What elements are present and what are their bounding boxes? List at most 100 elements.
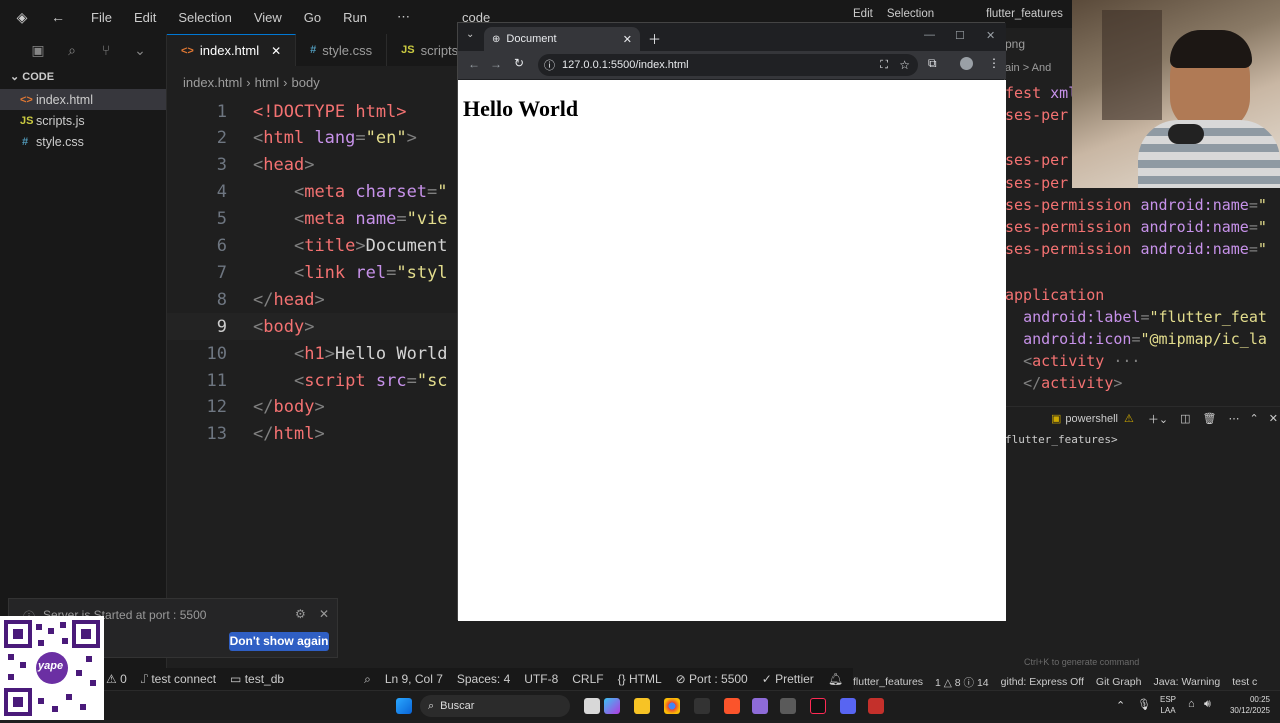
new-tab-icon[interactable]: ＋ xyxy=(648,29,661,48)
close-tab-icon[interactable]: ✕ xyxy=(271,44,281,58)
search-icon[interactable]: ⌕ xyxy=(64,42,80,58)
app-icon-2[interactable] xyxy=(780,698,796,714)
volume-icon[interactable]: 🔊︎ xyxy=(1204,698,1211,711)
db-status[interactable]: ▭ test_db xyxy=(230,672,284,686)
maximize-icon[interactable]: ⌃ xyxy=(1249,412,1258,425)
language-mode[interactable]: {} HTML xyxy=(618,672,662,686)
copilot-icon[interactable] xyxy=(604,698,620,714)
tray-chevron-icon[interactable]: ⌃ xyxy=(1116,699,1125,712)
indentation[interactable]: Spaces: 4 xyxy=(457,672,510,686)
menu-go[interactable]: Go xyxy=(304,10,321,25)
windows-start-icon[interactable] xyxy=(396,698,412,714)
right-code-line[interactable]: ses-permission android:name=" xyxy=(1005,238,1267,260)
bookmark-star-icon[interactable]: ☆ xyxy=(899,58,910,72)
close-panel-icon[interactable]: ✕ xyxy=(1269,412,1278,425)
close-icon[interactable]: ✕ xyxy=(319,607,329,621)
right-status-java[interactable]: Java: Warning xyxy=(1153,676,1220,688)
tab-search-icon[interactable]: ⌄ xyxy=(466,29,474,40)
close-window-icon[interactable]: ✕ xyxy=(986,29,995,42)
menu-view[interactable]: View xyxy=(254,10,282,25)
terminal-label[interactable]: powershell xyxy=(1065,413,1118,425)
breadcrumb-item[interactable]: body xyxy=(292,75,320,90)
browser-menu-icon[interactable]: ⋮ xyxy=(988,56,1000,70)
more-icon[interactable]: ⋯ xyxy=(1228,412,1239,425)
trash-icon[interactable]: 🗑︎ xyxy=(1203,412,1217,425)
close-tab-icon[interactable]: ✕ xyxy=(623,33,632,46)
file-item-scripts-js[interactable]: JS scripts.js xyxy=(0,110,166,131)
breadcrumb-item[interactable]: html xyxy=(255,75,280,90)
split-icon[interactable]: ◫ xyxy=(1180,412,1190,425)
discord-icon[interactable] xyxy=(840,698,856,714)
prettier-status[interactable]: ✓ Prettier xyxy=(762,672,814,686)
dont-show-again-button[interactable]: Don't show again xyxy=(229,632,329,651)
reload-icon[interactable]: ↻ xyxy=(514,56,524,70)
right-code-line[interactable]: ses-per xyxy=(1005,104,1068,126)
breadcrumb-item[interactable]: index.html xyxy=(183,75,242,90)
app-icon-3[interactable] xyxy=(868,698,884,714)
source-control-icon[interactable]: ⑂ xyxy=(98,42,114,58)
right-code-line[interactable]: ses-permission android:name=" xyxy=(1005,216,1267,238)
right-menu-edit[interactable]: Edit xyxy=(853,8,873,20)
right-code-line[interactable]: ses-permission android:name=" xyxy=(1005,194,1267,216)
forward-icon[interactable]: → xyxy=(490,57,502,71)
add-terminal-icon[interactable]: ＋⌄ xyxy=(1148,411,1168,427)
task-view-icon[interactable] xyxy=(584,698,600,714)
gear-icon[interactable]: ⚙ xyxy=(295,607,306,621)
problems-count[interactable]: ⚠ 0 xyxy=(106,672,127,686)
right-status-folder[interactable]: flutter_features xyxy=(853,676,923,688)
file-item-style-css[interactable]: # style.css xyxy=(0,131,166,152)
menu-selection[interactable]: Selection xyxy=(178,10,231,25)
right-menu-selection[interactable]: Selection xyxy=(887,8,934,20)
right-tab-fragment[interactable]: png xyxy=(1005,37,1025,51)
back-arrow-icon[interactable]: ← xyxy=(50,9,66,25)
right-code-line[interactable]: android:icon="@mipmap/ic_la xyxy=(1005,328,1267,350)
right-code-line[interactable]: ses-per xyxy=(1005,172,1068,194)
right-code-line[interactable]: application xyxy=(1005,284,1104,306)
right-status-githd[interactable]: githd: Express Off xyxy=(1001,676,1084,688)
back-icon[interactable]: ← xyxy=(468,57,480,71)
tab-style-css[interactable]: # style.css xyxy=(296,34,388,66)
live-server-port[interactable]: ⊘ Port : 5500 xyxy=(676,672,748,686)
brave-icon[interactable] xyxy=(724,698,740,714)
more-menu-icon[interactable]: ⋯ xyxy=(397,9,410,25)
menu-run[interactable]: Run xyxy=(343,10,367,25)
terminal-app-icon[interactable] xyxy=(694,698,710,714)
right-status-problems[interactable]: 1 △ 8 ⓘ 14 xyxy=(935,675,989,690)
encoding[interactable]: UTF-8 xyxy=(524,672,558,686)
menu-file[interactable]: File xyxy=(91,10,112,25)
right-code-line[interactable]: android:label="flutter_feat xyxy=(1005,306,1267,328)
clock[interactable]: 00:25 30/12/2025 xyxy=(1226,694,1270,716)
chevron-down-icon[interactable]: ⌄ xyxy=(132,42,148,58)
right-code-line[interactable]: </activity> xyxy=(1005,372,1122,394)
right-status-gitgraph[interactable]: Git Graph xyxy=(1096,676,1142,688)
address-bar[interactable]: ⓘ 127.0.0.1:5500/index.html ⛶ ☆ xyxy=(538,54,918,76)
right-code-line[interactable]: <activity ··· xyxy=(1005,350,1140,372)
right-code-line[interactable]: fest xml xyxy=(1005,82,1077,104)
minimize-icon[interactable]: — xyxy=(924,29,935,41)
right-status-test[interactable]: test c xyxy=(1232,676,1257,688)
tab-index-html[interactable]: <> index.html ✕ xyxy=(167,34,297,66)
notifications-bell-icon[interactable]: 🔔︎ xyxy=(828,672,843,686)
right-code-line[interactable]: ses-per xyxy=(1005,149,1068,171)
app-icon[interactable] xyxy=(752,698,768,714)
site-info-icon[interactable]: ⓘ xyxy=(544,57,555,73)
microphone-icon[interactable]: 🎙︎ xyxy=(1137,698,1151,711)
language-indicator[interactable]: ESP LAA xyxy=(1160,694,1176,716)
cursor-position[interactable]: Ln 9, Col 7 xyxy=(385,672,443,686)
line-ending[interactable]: CRLF xyxy=(572,672,603,686)
terminal-prompt[interactable]: flutter_features> xyxy=(1005,433,1118,446)
connection-status[interactable]: ⑀ test connect xyxy=(141,672,216,686)
explorer-folder-header[interactable]: ⌄ CODE xyxy=(10,70,54,83)
file-explorer-icon[interactable] xyxy=(634,698,650,714)
file-item-index-html[interactable]: <> index.html xyxy=(0,89,166,110)
chrome-icon[interactable] xyxy=(664,698,680,714)
profile-avatar[interactable] xyxy=(960,57,973,70)
extensions-icon[interactable]: ⧉ xyxy=(928,56,937,71)
explorer-icon[interactable]: ▣ xyxy=(30,42,46,58)
network-icon[interactable]: ⌂ xyxy=(1188,698,1195,710)
taskbar-search[interactable]: ⌕ Buscar xyxy=(420,695,570,717)
zoom-icon[interactable]: ⌕ xyxy=(364,672,371,687)
menu-edit[interactable]: Edit xyxy=(134,10,156,25)
maximize-icon[interactable]: ☐ xyxy=(955,29,965,42)
tiktok-icon[interactable] xyxy=(810,698,826,714)
